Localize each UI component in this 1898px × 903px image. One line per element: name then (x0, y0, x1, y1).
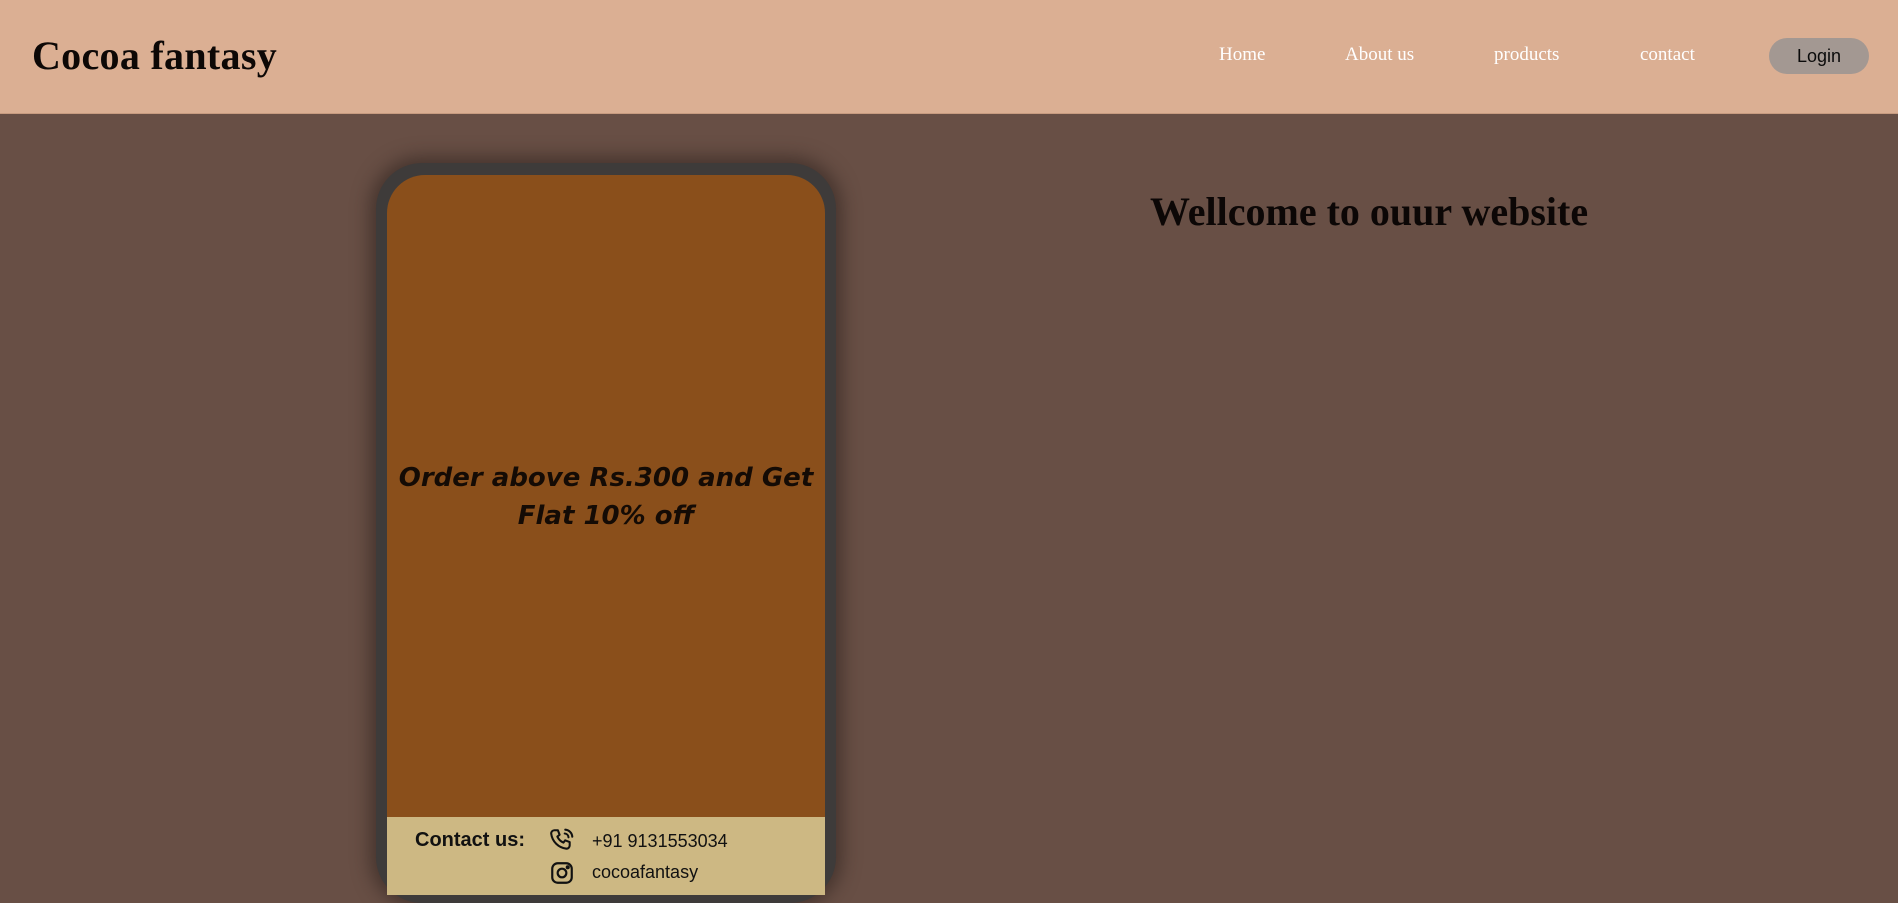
navbar: Cocoa fantasy Home About us products con… (0, 0, 1898, 114)
phone-icon (550, 828, 574, 850)
instagram-icon (551, 862, 573, 884)
login-button[interactable]: Login (1769, 38, 1869, 74)
phone-screen: Order above Rs.300 and Get Flat 10% off … (387, 175, 825, 895)
nav-link-home[interactable]: Home (1219, 44, 1265, 66)
brand-logo-text[interactable]: Cocoa fantasy (32, 32, 277, 79)
contact-strip: Contact us: +91 9131553034 cocoafantasy (387, 817, 825, 895)
phone-mockup: Order above Rs.300 and Get Flat 10% off … (376, 163, 836, 903)
promo-offer-text: Order above Rs.300 and Get Flat 10% off (398, 463, 814, 531)
welcome-heading: Wellcome to ouur website (1150, 189, 1589, 234)
nav-link-contact[interactable]: contact (1640, 44, 1695, 66)
nav-link-products[interactable]: products (1494, 44, 1559, 66)
contact-label: Contact us: (415, 829, 525, 851)
contact-instagram-handle[interactable]: cocoafantasy (592, 862, 698, 883)
contact-phone-number[interactable]: +91 9131553034 (592, 831, 728, 852)
nav-link-about-us[interactable]: About us (1345, 44, 1414, 66)
